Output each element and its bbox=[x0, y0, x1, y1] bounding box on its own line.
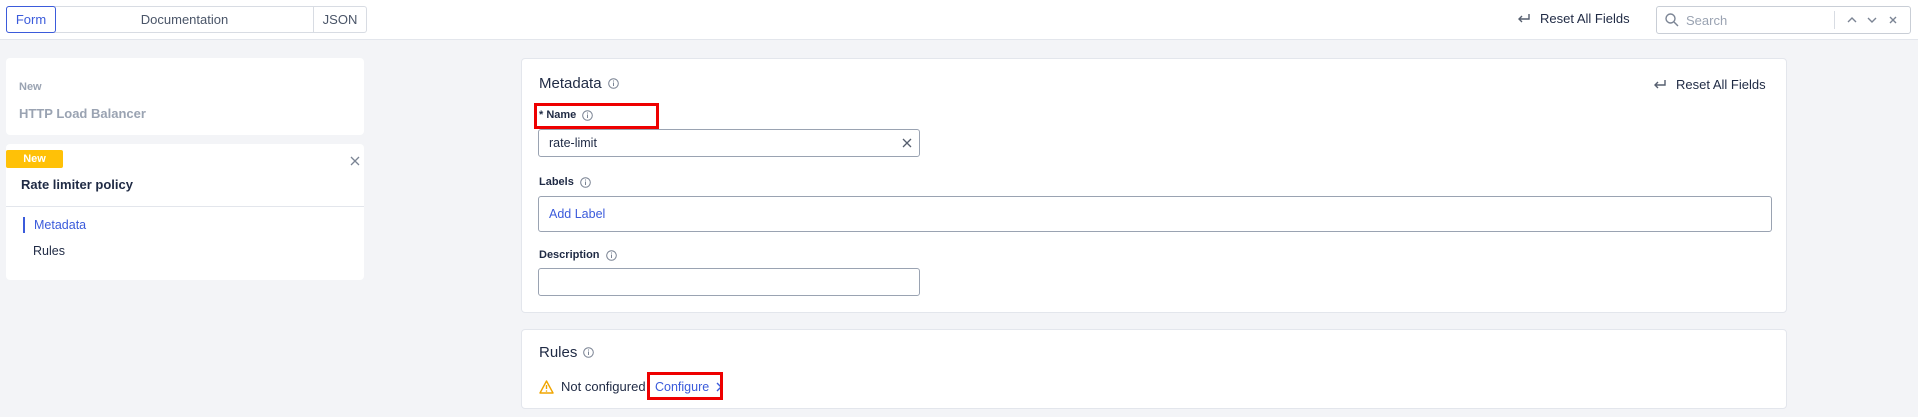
info-icon[interactable] bbox=[583, 347, 595, 358]
description-field[interactable] bbox=[538, 268, 920, 296]
metadata-reset-button[interactable]: Reset All Fields bbox=[1652, 77, 1766, 92]
labels-label: Labels bbox=[539, 176, 591, 188]
reset-all-fields-button[interactable]: Reset All Fields bbox=[1516, 11, 1630, 26]
close-icon[interactable] bbox=[1886, 13, 1900, 27]
info-icon[interactable] bbox=[580, 176, 591, 188]
close-icon[interactable] bbox=[350, 156, 360, 166]
active-indicator bbox=[23, 217, 25, 233]
labels-field[interactable]: Add Label bbox=[538, 196, 1772, 232]
reset-icon bbox=[1654, 79, 1666, 88]
search-icon bbox=[1665, 13, 1679, 27]
reset-all-fields-label: Reset All Fields bbox=[1540, 11, 1630, 26]
search-box bbox=[1656, 6, 1911, 34]
new-badge: New bbox=[6, 150, 63, 168]
name-field bbox=[538, 129, 920, 157]
name-highlight-box bbox=[534, 103, 659, 129]
metadata-section: Metadata Reset All Fields * Name Labels bbox=[521, 58, 1787, 313]
metadata-title: Metadata bbox=[539, 75, 602, 92]
parent-title: HTTP Load Balancer bbox=[19, 106, 146, 121]
rules-heading: Rules bbox=[539, 344, 595, 361]
reset-icon bbox=[1518, 13, 1530, 22]
rules-section: Rules Not configured Configure bbox=[521, 329, 1787, 409]
description-label-text: Description bbox=[539, 249, 600, 261]
current-title: Rate limiter policy bbox=[21, 177, 133, 192]
divider bbox=[6, 206, 364, 207]
configure-highlight-box bbox=[647, 372, 723, 400]
metadata-heading: Metadata bbox=[539, 75, 619, 92]
chevron-down-icon[interactable] bbox=[1865, 13, 1879, 27]
rules-status-text: Not configured bbox=[561, 379, 646, 394]
tab-form[interactable]: Form bbox=[6, 6, 56, 33]
warning-icon bbox=[539, 379, 554, 394]
rules-title: Rules bbox=[539, 344, 578, 361]
search-input[interactable] bbox=[1684, 10, 1834, 30]
top-toolbar: Form Documentation JSON Reset All Fields bbox=[0, 0, 1918, 40]
labels-label-text: Labels bbox=[539, 176, 574, 188]
sidebar-item-rules[interactable]: Rules bbox=[33, 244, 65, 258]
description-label: Description bbox=[539, 249, 617, 261]
tab-documentation[interactable]: Documentation bbox=[56, 7, 314, 32]
current-object-card: New Rate limiter policy Metadata Rules bbox=[6, 144, 364, 280]
sidebar-item-metadata[interactable]: Metadata bbox=[34, 218, 86, 232]
search-divider bbox=[1834, 11, 1835, 29]
view-mode-switcher: Form Documentation JSON bbox=[6, 6, 367, 33]
metadata-reset-label: Reset All Fields bbox=[1676, 77, 1766, 92]
parent-new-label: New bbox=[19, 81, 42, 93]
info-icon[interactable] bbox=[607, 78, 619, 89]
parent-object-card[interactable]: New HTTP Load Balancer bbox=[6, 58, 364, 135]
name-input[interactable] bbox=[547, 134, 877, 152]
add-label-button[interactable]: Add Label bbox=[549, 207, 605, 221]
rules-status: Not configured bbox=[539, 379, 646, 394]
tab-json[interactable]: JSON bbox=[314, 7, 366, 32]
clear-icon[interactable] bbox=[902, 138, 912, 148]
info-icon[interactable] bbox=[605, 249, 617, 261]
chevron-up-icon[interactable] bbox=[1845, 13, 1859, 27]
